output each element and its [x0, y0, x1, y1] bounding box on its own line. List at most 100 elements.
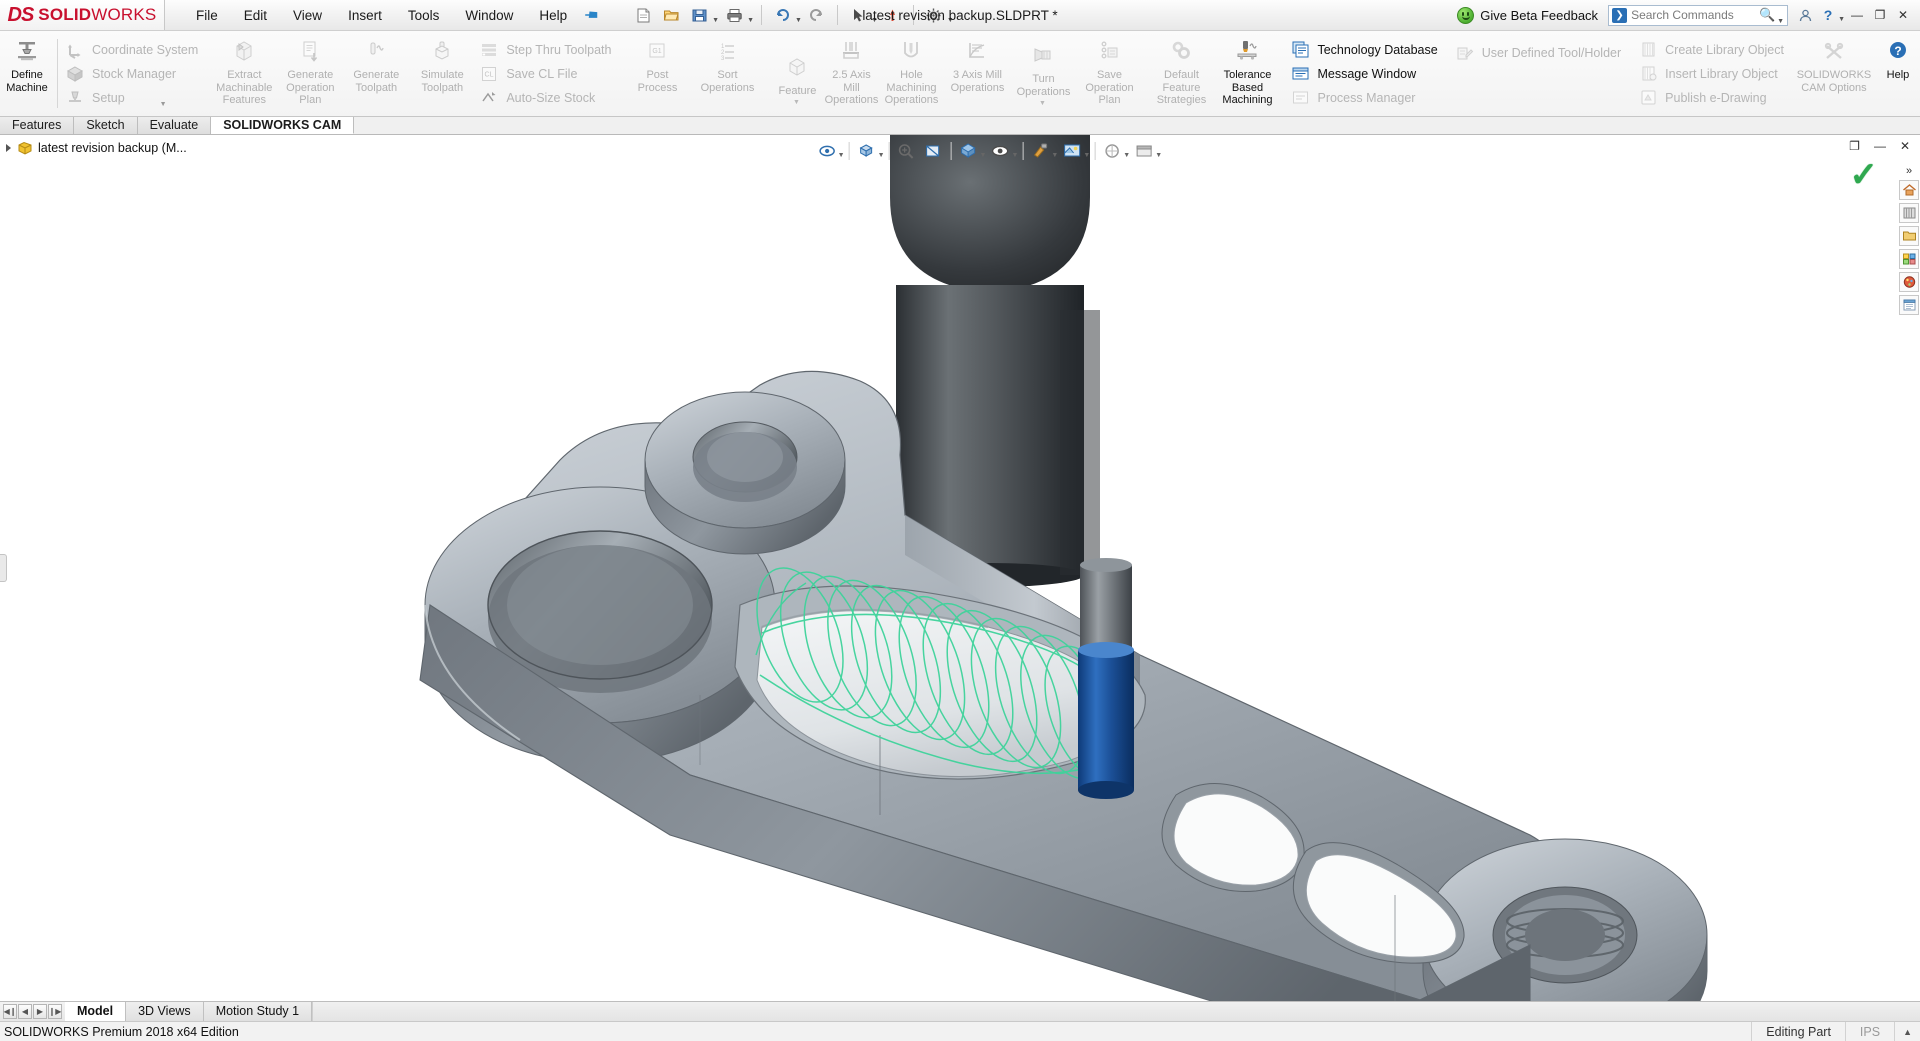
technology-database-button[interactable]: Technology Database	[1286, 38, 1444, 62]
default-feature-strategies-button[interactable]: Default Feature Strategies	[1148, 33, 1214, 114]
create-library-object-button[interactable]: Create Library Object	[1634, 38, 1791, 62]
appearance-icon[interactable]	[1027, 139, 1053, 163]
custom-properties-icon[interactable]	[1899, 295, 1919, 315]
status-units[interactable]: IPS	[1845, 1022, 1894, 1041]
view-orientation-icon[interactable]	[854, 139, 880, 163]
give-beta-feedback-button[interactable]: Give Beta Feedback	[1457, 7, 1598, 24]
menu-item-file[interactable]: File	[183, 4, 231, 27]
simulate-toolpath-button[interactable]: Simulate Toolpath	[409, 33, 475, 114]
appearances-scenes-icon[interactable]	[1899, 272, 1919, 292]
turn-dropdown-caret[interactable]: ▼	[1039, 100, 1046, 107]
first-tab-button[interactable]: ◀❙	[3, 1004, 17, 1019]
generate-operation-plan-button[interactable]: Generate Operation Plan	[277, 33, 343, 114]
feature-manager-flyout-handle[interactable]	[0, 554, 7, 582]
scene-dropdown-caret[interactable]: ▼	[1083, 152, 1090, 159]
solidworks-cam-options-button[interactable]: SOLIDWORKS CAM Options	[1797, 33, 1871, 114]
undo-icon[interactable]	[769, 3, 795, 27]
status-expand-arrow[interactable]: ▲	[1894, 1022, 1920, 1041]
generate-toolpath-button[interactable]: Generate Toolpath	[343, 33, 409, 114]
print-icon[interactable]	[721, 3, 747, 27]
turn-operations-button[interactable]: Turn Operations ▼	[1010, 33, 1076, 114]
save-cl-file-button[interactable]: CL Save CL File	[475, 62, 618, 86]
setup-dropdown-caret[interactable]: ▼	[160, 101, 167, 108]
feature-dropdown-caret[interactable]: ▼	[793, 99, 800, 106]
apply-scene-icon[interactable]	[1099, 139, 1125, 163]
close-button[interactable]: ✕	[1892, 4, 1914, 26]
last-tab-button[interactable]: ❙▶	[48, 1004, 62, 1019]
bottom-tab-motion-study[interactable]: Motion Study 1	[204, 1002, 312, 1021]
magnifier-icon[interactable]: 🔍	[1759, 7, 1775, 23]
help-question-icon[interactable]: ?	[1817, 4, 1839, 26]
section-view-icon[interactable]	[921, 139, 947, 163]
options-icon[interactable]	[921, 3, 947, 27]
two-five-axis-mill-button[interactable]: 2.5 Axis Mill Operations	[824, 33, 878, 114]
new-document-icon[interactable]	[630, 3, 656, 27]
three-axis-mill-button[interactable]: 3 Axis Mill Operations	[944, 33, 1010, 114]
print-dropdown-caret[interactable]: ▼	[747, 17, 754, 24]
tab-evaluate[interactable]: Evaluate	[138, 116, 212, 134]
view-orientation-dropdown-caret[interactable]: ▼	[878, 152, 885, 159]
stock-manager-button[interactable]: Stock Manager	[61, 62, 205, 86]
process-manager-button[interactable]: Process Manager	[1286, 86, 1444, 110]
next-tab-button[interactable]: ▶	[33, 1004, 47, 1019]
insert-library-object-button[interactable]: Insert Library Object	[1634, 62, 1791, 86]
task-pane-expander[interactable]: »	[1906, 165, 1912, 177]
display-style-icon[interactable]	[956, 139, 982, 163]
select-dropdown-caret[interactable]: ▼	[871, 17, 878, 24]
save-icon[interactable]	[686, 3, 712, 27]
graphics-viewport[interactable]: latest revision backup (M... ▼ ▼	[0, 135, 1920, 1001]
user-account-icon[interactable]	[1794, 4, 1816, 26]
help-button[interactable]: ? Help	[1871, 33, 1920, 114]
document-restore-button[interactable]: ❐	[1845, 138, 1864, 154]
confirmation-check-icon[interactable]: ✓	[1850, 165, 1879, 185]
hide-show-dropdown-caret[interactable]: ▼	[1011, 152, 1018, 159]
setup-button[interactable]: Setup ▼	[61, 86, 205, 110]
view-settings-2-dropdown-caret[interactable]: ▼	[1155, 152, 1162, 159]
undo-dropdown-caret[interactable]: ▼	[795, 17, 802, 24]
display-style-dropdown-caret[interactable]: ▼	[980, 152, 987, 159]
extract-machinable-features-button[interactable]: Extract Machinable Features	[211, 33, 277, 114]
redo-icon[interactable]	[804, 3, 830, 27]
feature-button[interactable]: Feature ▼	[770, 33, 824, 114]
document-minimize-button[interactable]: —	[1870, 138, 1890, 154]
publish-edrawing-button[interactable]: Publish e-Drawing	[1634, 86, 1791, 110]
sort-operations-button[interactable]: 123 Sort Operations	[690, 33, 764, 114]
view-settings-2-icon[interactable]	[1131, 139, 1157, 163]
auto-size-stock-button[interactable]: Auto-Size Stock	[475, 86, 618, 110]
prev-tab-button[interactable]: ◀	[18, 1004, 32, 1019]
solidworks-resources-icon[interactable]	[1899, 180, 1919, 200]
bottom-tab-3d-views[interactable]: 3D Views	[126, 1002, 204, 1021]
menu-item-tools[interactable]: Tools	[395, 4, 453, 27]
menu-item-edit[interactable]: Edit	[231, 4, 280, 27]
bottom-tab-model[interactable]: Model	[65, 1002, 126, 1021]
zoom-to-fit-icon[interactable]	[814, 139, 840, 163]
step-thru-toolpath-button[interactable]: Step Thru Toolpath	[475, 38, 618, 62]
open-document-icon[interactable]	[658, 3, 684, 27]
hide-show-items-icon[interactable]	[987, 139, 1013, 163]
tab-solidworks-cam[interactable]: SOLIDWORKS CAM	[211, 116, 354, 134]
help-dropdown-caret[interactable]: ▼	[1838, 16, 1845, 23]
options-dropdown-caret[interactable]: ▼	[947, 17, 954, 24]
menu-item-window[interactable]: Window	[452, 4, 526, 27]
design-library-icon[interactable]	[1899, 203, 1919, 223]
appearance-dropdown-caret[interactable]: ▼	[1051, 152, 1058, 159]
user-defined-tool-holder-button[interactable]: User Defined Tool/Holder	[1451, 41, 1628, 65]
maximize-button[interactable]: ❐	[1869, 4, 1891, 26]
previous-view-icon[interactable]	[894, 139, 920, 163]
tolerance-based-machining-button[interactable]: Tolerance Based Machining	[1214, 33, 1280, 114]
save-dropdown-caret[interactable]: ▼	[712, 17, 719, 24]
tab-sketch[interactable]: Sketch	[74, 116, 137, 134]
search-commands-box[interactable]: ❯ Search Commands 🔍 ▼	[1608, 5, 1788, 26]
zoom-dropdown-caret[interactable]: ▼	[838, 152, 845, 159]
file-explorer-icon[interactable]	[1899, 226, 1919, 246]
hole-machining-button[interactable]: Hole Machining Operations	[878, 33, 944, 114]
post-process-button[interactable]: G1 Post Process	[624, 33, 690, 114]
define-machine-button[interactable]: Define Machine	[0, 33, 54, 114]
apply-scene-dropdown-caret[interactable]: ▼	[1123, 152, 1130, 159]
minimize-button[interactable]: —	[1846, 4, 1868, 26]
pushpin-icon[interactable]	[583, 5, 603, 25]
menu-item-view[interactable]: View	[280, 4, 335, 27]
scene-icon[interactable]	[1059, 139, 1085, 163]
save-operation-plan-button[interactable]: Save Operation Plan	[1076, 33, 1142, 114]
select-icon[interactable]	[845, 3, 871, 27]
